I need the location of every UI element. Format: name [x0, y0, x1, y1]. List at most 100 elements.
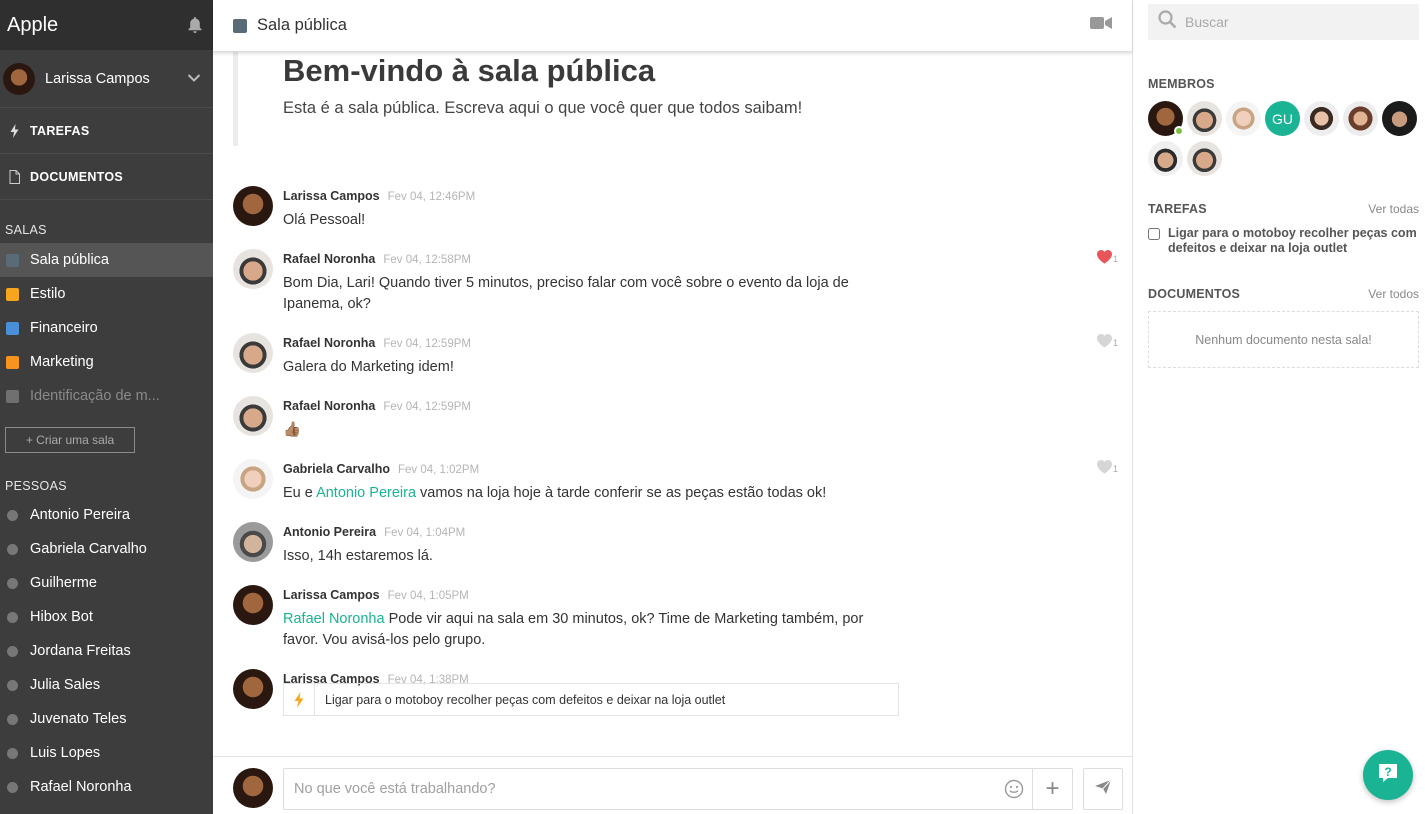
sidebar-person-item[interactable]: Gabriela Carvalho: [0, 532, 213, 566]
member-avatar[interactable]: [1187, 141, 1222, 176]
room-color-swatch: [6, 321, 19, 335]
avatar[interactable]: [233, 186, 273, 226]
create-room-button[interactable]: + Criar uma sala: [5, 427, 135, 453]
member-avatar[interactable]: [1148, 141, 1183, 176]
member-avatar[interactable]: [1226, 101, 1261, 136]
member-avatar[interactable]: GU: [1265, 101, 1300, 136]
like-button[interactable]: 1: [1096, 459, 1118, 474]
member-avatar[interactable]: [1343, 101, 1378, 136]
sidebar-person-item[interactable]: Antonio Pereira: [0, 498, 213, 532]
presence-dot: [7, 509, 18, 521]
message-header: Rafael Noronha Fev 04, 12:58PM: [283, 252, 471, 266]
video-camera-icon[interactable]: [1090, 16, 1112, 35]
message-time: Fev 04, 1:05PM: [387, 590, 469, 602]
avatar[interactable]: [233, 669, 273, 709]
message-author[interactable]: Antonio Pereira: [283, 525, 376, 539]
message-header: Rafael Noronha Fev 04, 12:59PM: [283, 336, 471, 350]
message-header: Gabriela Carvalho Fev 04, 1:02PM: [283, 462, 479, 476]
message-text-part: vamos na loja hoje à tarde conferir se a…: [416, 485, 827, 501]
message-time: Fev 04, 1:04PM: [384, 527, 466, 539]
sidebar-person-label: Jordana Freitas: [30, 643, 131, 659]
room-header: Sala pública: [213, 0, 1132, 52]
sidebar-room-item[interactable]: Identificação de m...: [0, 379, 213, 413]
member-avatar[interactable]: [1382, 101, 1417, 136]
avatar[interactable]: [233, 585, 273, 625]
tasks-title: TAREFAS: [1148, 202, 1207, 216]
mention-link[interactable]: Rafael Noronha: [283, 611, 385, 627]
sidebar-room-label: Financeiro: [30, 320, 98, 336]
sidebar-person-item[interactable]: Hibox Bot: [0, 600, 213, 634]
sidebar-person-item[interactable]: Jordana Freitas: [0, 634, 213, 668]
sidebar-person-label: Gabriela Carvalho: [30, 541, 147, 557]
emoji-icon[interactable]: [996, 769, 1032, 809]
task-text[interactable]: Ligar para o motoboy recolher peças com …: [1168, 226, 1419, 256]
presence-dot: [7, 747, 18, 759]
message-header: Larissa Campos Fev 04, 12:46PM: [283, 189, 475, 203]
see-all-tasks-link[interactable]: Ver todas: [1368, 202, 1419, 216]
message-author[interactable]: Rafael Noronha: [283, 336, 375, 350]
heart-icon: [1096, 334, 1112, 348]
sidebar-person-item[interactable]: Guilherme: [0, 566, 213, 600]
svg-text:?: ?: [1384, 765, 1391, 779]
sidebar-person-item[interactable]: Juvenato Teles: [0, 702, 213, 736]
workspace-name[interactable]: Apple: [7, 14, 58, 37]
message-input[interactable]: [284, 769, 996, 809]
sidebar-room-item[interactable]: Estilo: [0, 277, 213, 311]
task-card[interactable]: Ligar para o motoboy recolher peças com …: [283, 683, 899, 716]
member-avatar[interactable]: [1304, 101, 1339, 136]
message-time: Fev 04, 1:02PM: [398, 464, 480, 476]
avatar[interactable]: [233, 396, 273, 436]
sidebar-person-label: Hibox Bot: [30, 609, 93, 625]
message-text: Rafael Noronha Pode vir aqui na sala em …: [283, 609, 893, 651]
nav-tarefas[interactable]: TAREFAS: [0, 108, 213, 153]
avatar[interactable]: [233, 249, 273, 289]
message-text: Galera do Marketing idem!: [283, 359, 454, 375]
see-all-docs-link[interactable]: Ver todos: [1368, 287, 1419, 301]
presence-dot: [7, 543, 18, 555]
sidebar-person-label: Luis Lopes: [30, 745, 101, 761]
message-text: Eu e Antonio Pereira vamos na loja hoje …: [283, 483, 893, 504]
message-time: Fev 04, 12:58PM: [383, 254, 471, 266]
message-author[interactable]: Larissa Campos: [283, 588, 380, 602]
chat-area: Sala pública Bem-vindo à sala pública Es…: [213, 0, 1133, 814]
nav-documentos-label: DOCUMENTOS: [30, 169, 124, 184]
presence-dot: [7, 713, 18, 725]
message-header: Rafael Noronha Fev 04, 12:59PM: [283, 399, 471, 413]
sidebar-person-item[interactable]: Julia Sales: [0, 668, 213, 702]
sidebar-room-item[interactable]: Sala pública: [0, 243, 213, 277]
avatar[interactable]: [233, 333, 273, 373]
attach-button[interactable]: +: [1032, 769, 1072, 809]
chevron-down-icon[interactable]: [187, 70, 201, 88]
sidebar-room-item[interactable]: Marketing: [0, 345, 213, 379]
sidebar-person-item[interactable]: Luis Lopes: [0, 736, 213, 770]
sidebar-person-item[interactable]: Rafael Noronha: [0, 770, 213, 804]
like-count: 1: [1112, 254, 1118, 264]
message-author[interactable]: Rafael Noronha: [283, 252, 375, 266]
task-checkbox[interactable]: [1148, 228, 1160, 240]
message-author[interactable]: Larissa Campos: [283, 189, 380, 203]
avatar[interactable]: [233, 522, 273, 562]
message-author[interactable]: Gabriela Carvalho: [283, 462, 390, 476]
member-avatar[interactable]: [1187, 101, 1222, 136]
search-input[interactable]: [1185, 14, 1405, 30]
room-color-swatch: [6, 253, 19, 267]
members-list: GU: [1148, 101, 1425, 181]
send-button[interactable]: [1083, 768, 1123, 810]
sidebar-room-label: Sala pública: [30, 252, 109, 268]
help-button[interactable]: ?: [1363, 750, 1413, 800]
sidebar-room-item[interactable]: Financeiro: [0, 311, 213, 345]
like-button[interactable]: 1: [1096, 333, 1118, 348]
bell-icon[interactable]: [187, 16, 203, 34]
online-indicator: [1174, 126, 1184, 136]
like-button[interactable]: 1: [1096, 249, 1118, 264]
message-author[interactable]: Rafael Noronha: [283, 399, 375, 413]
members-title: MEMBROS: [1148, 77, 1215, 91]
avatar: [233, 768, 273, 808]
avatar[interactable]: [233, 459, 273, 499]
sidebar-person-label: Rafael Noronha: [30, 779, 132, 795]
mention-link[interactable]: Antonio Pereira: [316, 485, 416, 501]
rooms-title: SALAS: [5, 223, 47, 237]
current-user[interactable]: Larissa Campos: [0, 50, 213, 108]
member-avatar[interactable]: [1148, 101, 1184, 136]
nav-documentos[interactable]: DOCUMENTOS: [0, 154, 213, 199]
